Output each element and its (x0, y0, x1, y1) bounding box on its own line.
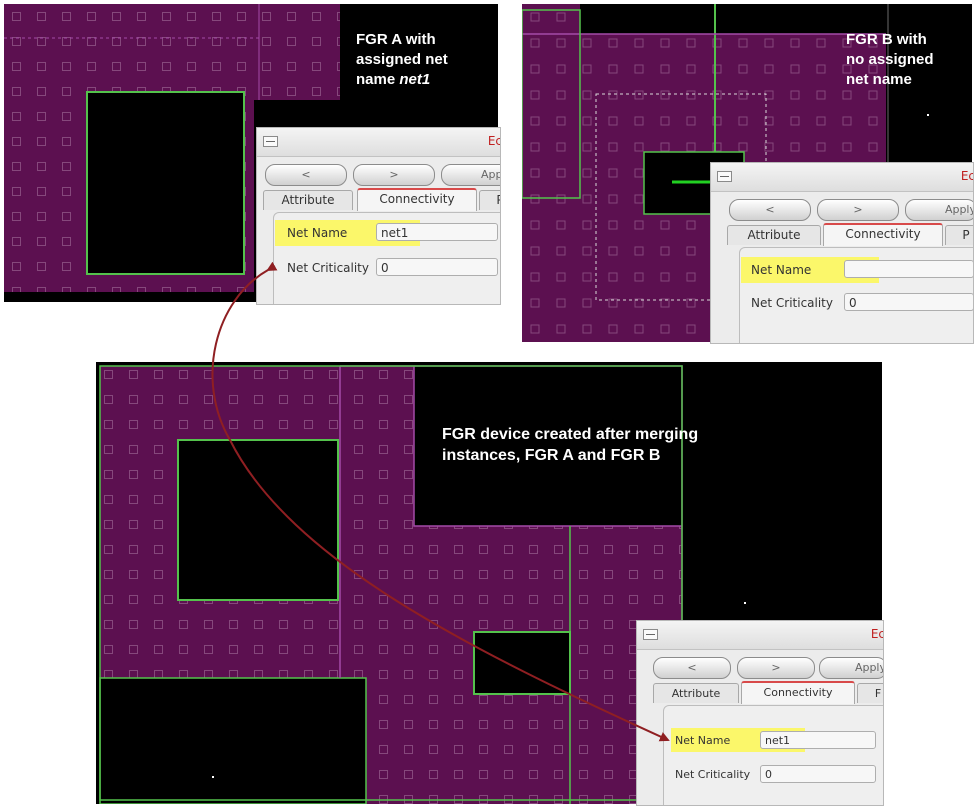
edit-properties-dialog-fgr-b: Ec < > Apply Attribute Connectivity P Ne… (710, 162, 974, 344)
net-name-label: Net Name (675, 734, 731, 747)
fgr-b-caption-text: FGR B with no assigned net name (846, 31, 934, 88)
merged-caption-text: FGR device created after merging instanc… (442, 426, 699, 464)
net-name-label: Net Name (751, 263, 812, 277)
dialog-title: Ec (870, 627, 884, 641)
net-name-label: Net Name (287, 226, 348, 240)
next-button[interactable]: > (817, 199, 899, 221)
dialog-title: Ec (960, 169, 974, 183)
next-button[interactable]: > (353, 164, 435, 186)
window-menu-icon[interactable] (263, 136, 278, 147)
net-criticality-input[interactable]: 0 (844, 293, 973, 311)
apply-button[interactable]: Apply (905, 199, 973, 221)
tab-connectivity[interactable]: Connectivity (741, 681, 855, 704)
window-menu-icon[interactable] (643, 629, 658, 640)
tab-attribute[interactable]: Attribute (263, 190, 353, 210)
net-criticality-label: Net Criticality (751, 296, 833, 310)
dialog-title: Ec (487, 134, 501, 148)
tab-attribute[interactable]: Attribute (727, 225, 821, 245)
net-name-input[interactable]: net1 (760, 731, 876, 749)
tab-properties[interactable]: P (945, 225, 973, 245)
net-criticality-label: Net Criticality (675, 768, 751, 781)
previous-button[interactable]: < (265, 164, 347, 186)
tab-attribute[interactable]: Attribute (653, 683, 739, 703)
connectivity-form: Net Name net1 Net Criticality 0 (273, 212, 500, 304)
edit-properties-dialog-merged: Ec < > Apply Attribute Connectivity F Ne… (636, 620, 884, 806)
fgr-a-caption-text: FGR A with assigned net name net1 (356, 31, 448, 88)
tab-properties[interactable]: F (857, 683, 883, 703)
previous-button[interactable]: < (653, 657, 731, 679)
net-criticality-input[interactable]: 0 (376, 258, 498, 276)
dialog-titlebar: Ec (637, 621, 883, 650)
window-menu-icon[interactable] (717, 171, 732, 182)
net-name-input[interactable]: net1 (376, 223, 498, 241)
tab-connectivity[interactable]: Connectivity (823, 223, 943, 246)
connectivity-form: Net Name Net Criticality 0 (739, 247, 973, 343)
tab-connectivity[interactable]: Connectivity (357, 188, 477, 211)
apply-button[interactable]: Apply (441, 164, 500, 186)
net-criticality-label: Net Criticality (287, 261, 369, 275)
net-name-input[interactable] (844, 260, 973, 278)
tab-properties[interactable]: P (479, 190, 500, 210)
next-button[interactable]: > (737, 657, 815, 679)
net-criticality-input[interactable]: 0 (760, 765, 876, 783)
dialog-titlebar: Ec (711, 163, 973, 192)
edit-properties-dialog-fgr-a: Ec < > Apply Attribute Connectivity P Ne… (256, 127, 501, 305)
previous-button[interactable]: < (729, 199, 811, 221)
connectivity-form: Net Name net1 Net Criticality 0 (663, 705, 883, 805)
apply-button[interactable]: Apply (819, 657, 883, 679)
dialog-titlebar: Ec (257, 128, 500, 157)
